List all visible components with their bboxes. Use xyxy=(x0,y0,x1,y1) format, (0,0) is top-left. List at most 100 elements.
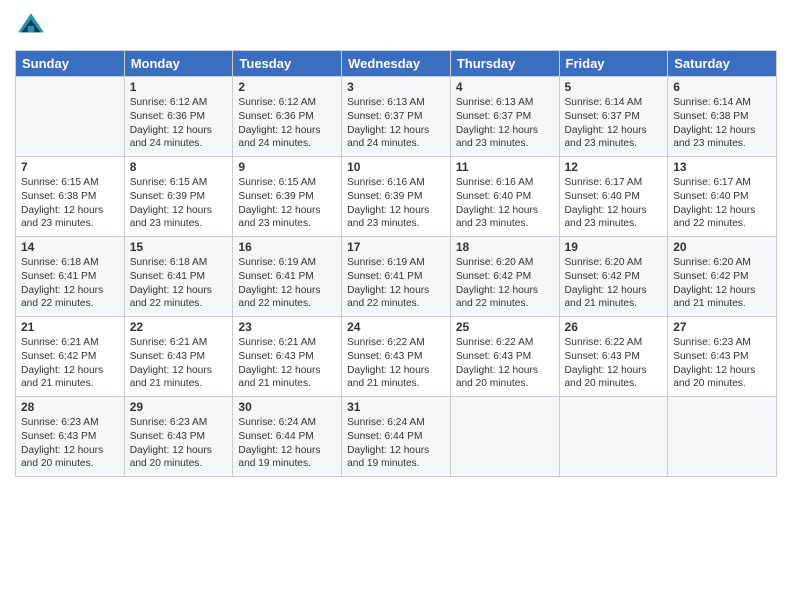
day-info: Sunrise: 6:19 AMSunset: 6:41 PMDaylight:… xyxy=(347,256,445,311)
day-cell xyxy=(450,397,559,477)
day-cell: 18Sunrise: 6:20 AMSunset: 6:42 PMDayligh… xyxy=(450,237,559,317)
day-number: 7 xyxy=(21,160,119,174)
day-info: Sunrise: 6:12 AMSunset: 6:36 PMDaylight:… xyxy=(238,96,336,151)
day-cell: 2 Sunrise: 6:12 AMSunset: 6:36 PMDaylight… xyxy=(233,77,342,157)
week-row-3: 14 Sunrise: 6:18 AMSunset: 6:41 PMDayligh… xyxy=(16,237,777,317)
page: SundayMondayTuesdayWednesdayThursdayFrid… xyxy=(0,0,792,612)
day-cell: 23 Sunrise: 6:21 AMSunset: 6:43 PMDayligh… xyxy=(233,317,342,397)
week-row-5: 28 Sunrise: 6:23 AMSunset: 6:43 PMDayligh… xyxy=(16,397,777,477)
day-info: Sunrise: 6:19 AMSunset: 6:41 PMDaylight:… xyxy=(238,256,336,311)
day-number: 13 xyxy=(673,160,771,174)
day-info: Sunrise: 6:21 AMSunset: 6:43 PMDaylight:… xyxy=(130,336,228,391)
day-number: 21 xyxy=(21,320,119,334)
day-cell: 4Sunrise: 6:13 AMSunset: 6:37 PMDaylight… xyxy=(450,77,559,157)
day-info: Sunrise: 6:12 AMSunset: 6:36 PMDaylight:… xyxy=(130,96,228,151)
day-number: 16 xyxy=(238,240,336,254)
day-cell: 31 Sunrise: 6:24 AMSunset: 6:44 PMDayligh… xyxy=(342,397,451,477)
day-info: Sunrise: 6:13 AMSunset: 6:37 PMDaylight:… xyxy=(347,96,445,151)
day-number: 6 xyxy=(673,80,771,94)
day-number: 28 xyxy=(21,400,119,414)
day-cell xyxy=(559,397,668,477)
day-cell: 28 Sunrise: 6:23 AMSunset: 6:43 PMDayligh… xyxy=(16,397,125,477)
day-number: 30 xyxy=(238,400,336,414)
day-info: Sunrise: 6:23 AMSunset: 6:43 PMDaylight:… xyxy=(21,416,119,471)
day-number: 14 xyxy=(21,240,119,254)
day-cell xyxy=(668,397,777,477)
day-info: Sunrise: 6:15 AMSunset: 6:38 PMDaylight:… xyxy=(21,176,119,231)
day-info: Sunrise: 6:17 AMSunset: 6:40 PMDaylight:… xyxy=(565,176,663,231)
header-row: SundayMondayTuesdayWednesdayThursdayFrid… xyxy=(16,51,777,77)
day-info: Sunrise: 6:21 AMSunset: 6:43 PMDaylight:… xyxy=(238,336,336,391)
day-number: 9 xyxy=(238,160,336,174)
day-cell: 16 Sunrise: 6:19 AMSunset: 6:41 PMDayligh… xyxy=(233,237,342,317)
weekday-header-monday: Monday xyxy=(124,51,233,77)
day-number: 31 xyxy=(347,400,445,414)
day-number: 17 xyxy=(347,240,445,254)
day-cell: 1 Sunrise: 6:12 AMSunset: 6:36 PMDaylight… xyxy=(124,77,233,157)
day-cell: 14 Sunrise: 6:18 AMSunset: 6:41 PMDayligh… xyxy=(16,237,125,317)
day-cell: 6 Sunrise: 6:14 AMSunset: 6:38 PMDaylight… xyxy=(668,77,777,157)
day-cell xyxy=(16,77,125,157)
day-info: Sunrise: 6:17 AMSunset: 6:40 PMDaylight:… xyxy=(673,176,771,231)
weekday-header-sunday: Sunday xyxy=(16,51,125,77)
day-info: Sunrise: 6:23 AMSunset: 6:43 PMDaylight:… xyxy=(130,416,228,471)
day-cell: 26 Sunrise: 6:22 AMSunset: 6:43 PMDayligh… xyxy=(559,317,668,397)
day-number: 26 xyxy=(565,320,663,334)
day-cell: 30 Sunrise: 6:24 AMSunset: 6:44 PMDayligh… xyxy=(233,397,342,477)
day-info: Sunrise: 6:16 AMSunset: 6:39 PMDaylight:… xyxy=(347,176,445,231)
day-number: 2 xyxy=(238,80,336,94)
header xyxy=(15,10,777,42)
day-cell: 29 Sunrise: 6:23 AMSunset: 6:43 PMDayligh… xyxy=(124,397,233,477)
day-info: Sunrise: 6:22 AMSunset: 6:43 PMDaylight:… xyxy=(456,336,554,391)
day-info: Sunrise: 6:24 AMSunset: 6:44 PMDaylight:… xyxy=(347,416,445,471)
week-row-2: 7 Sunrise: 6:15 AMSunset: 6:38 PMDaylight… xyxy=(16,157,777,237)
day-cell: 11 Sunrise: 6:16 AMSunset: 6:40 PMDayligh… xyxy=(450,157,559,237)
day-cell: 9 Sunrise: 6:15 AMSunset: 6:39 PMDaylight… xyxy=(233,157,342,237)
day-info: Sunrise: 6:15 AMSunset: 6:39 PMDaylight:… xyxy=(130,176,228,231)
weekday-header-friday: Friday xyxy=(559,51,668,77)
calendar-table: SundayMondayTuesdayWednesdayThursdayFrid… xyxy=(15,50,777,477)
logo xyxy=(15,10,51,42)
day-info: Sunrise: 6:15 AMSunset: 6:39 PMDaylight:… xyxy=(238,176,336,231)
day-cell: 24 Sunrise: 6:22 AMSunset: 6:43 PMDayligh… xyxy=(342,317,451,397)
day-info: Sunrise: 6:14 AMSunset: 6:38 PMDaylight:… xyxy=(673,96,771,151)
day-info: Sunrise: 6:20 AMSunset: 6:42 PMDaylight:… xyxy=(456,256,554,311)
day-number: 5 xyxy=(565,80,663,94)
day-cell: 25 Sunrise: 6:22 AMSunset: 6:43 PMDayligh… xyxy=(450,317,559,397)
weekday-header-saturday: Saturday xyxy=(668,51,777,77)
day-info: Sunrise: 6:21 AMSunset: 6:42 PMDaylight:… xyxy=(21,336,119,391)
day-info: Sunrise: 6:22 AMSunset: 6:43 PMDaylight:… xyxy=(347,336,445,391)
day-cell: 5 Sunrise: 6:14 AMSunset: 6:37 PMDaylight… xyxy=(559,77,668,157)
day-number: 29 xyxy=(130,400,228,414)
day-number: 12 xyxy=(565,160,663,174)
day-number: 25 xyxy=(456,320,554,334)
weekday-header-thursday: Thursday xyxy=(450,51,559,77)
day-cell: 12 Sunrise: 6:17 AMSunset: 6:40 PMDayligh… xyxy=(559,157,668,237)
day-cell: 15Sunrise: 6:18 AMSunset: 6:41 PMDayligh… xyxy=(124,237,233,317)
day-number: 24 xyxy=(347,320,445,334)
day-number: 3 xyxy=(347,80,445,94)
day-number: 19 xyxy=(565,240,663,254)
day-info: Sunrise: 6:20 AMSunset: 6:42 PMDaylight:… xyxy=(565,256,663,311)
day-cell: 13 Sunrise: 6:17 AMSunset: 6:40 PMDayligh… xyxy=(668,157,777,237)
weekday-header-wednesday: Wednesday xyxy=(342,51,451,77)
day-number: 22 xyxy=(130,320,228,334)
day-number: 10 xyxy=(347,160,445,174)
day-info: Sunrise: 6:16 AMSunset: 6:40 PMDaylight:… xyxy=(456,176,554,231)
day-cell: 8 Sunrise: 6:15 AMSunset: 6:39 PMDaylight… xyxy=(124,157,233,237)
day-number: 1 xyxy=(130,80,228,94)
day-info: Sunrise: 6:22 AMSunset: 6:43 PMDaylight:… xyxy=(565,336,663,391)
day-number: 11 xyxy=(456,160,554,174)
day-cell: 22 Sunrise: 6:21 AMSunset: 6:43 PMDayligh… xyxy=(124,317,233,397)
week-row-1: 1 Sunrise: 6:12 AMSunset: 6:36 PMDaylight… xyxy=(16,77,777,157)
day-cell: 21 Sunrise: 6:21 AMSunset: 6:42 PMDayligh… xyxy=(16,317,125,397)
day-cell: 27Sunrise: 6:23 AMSunset: 6:43 PMDayligh… xyxy=(668,317,777,397)
day-info: Sunrise: 6:14 AMSunset: 6:37 PMDaylight:… xyxy=(565,96,663,151)
day-number: 8 xyxy=(130,160,228,174)
day-number: 4 xyxy=(456,80,554,94)
day-cell: 7 Sunrise: 6:15 AMSunset: 6:38 PMDaylight… xyxy=(16,157,125,237)
day-cell: 10 Sunrise: 6:16 AMSunset: 6:39 PMDayligh… xyxy=(342,157,451,237)
day-info: Sunrise: 6:18 AMSunset: 6:41 PMDaylight:… xyxy=(21,256,119,311)
day-info: Sunrise: 6:24 AMSunset: 6:44 PMDaylight:… xyxy=(238,416,336,471)
day-number: 23 xyxy=(238,320,336,334)
